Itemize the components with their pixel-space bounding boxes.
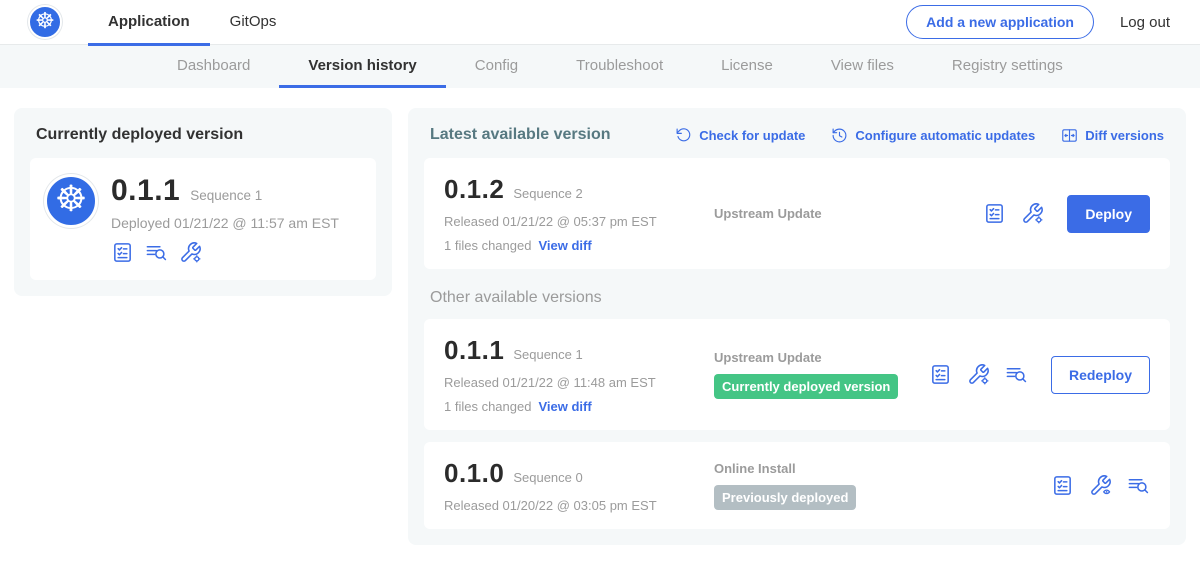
preflight-checks-icon[interactable] — [1051, 474, 1074, 497]
subnav-tab-version-history[interactable]: Version history — [279, 45, 445, 88]
check-for-update-link[interactable]: Check for update — [675, 127, 805, 144]
secondary-nav: Dashboard Version history Config Trouble… — [0, 45, 1200, 88]
sequence-label: Sequence 0 — [513, 470, 582, 485]
add-new-application-button[interactable]: Add a new application — [906, 5, 1094, 39]
version-source-label: Upstream Update — [714, 206, 983, 221]
refresh-icon — [675, 127, 692, 144]
release-notes-icon[interactable] — [1127, 474, 1150, 497]
diff-icon — [1061, 127, 1078, 144]
version-number: 0.1.1 — [444, 335, 504, 366]
version-row-0-1-1: 0.1.1 Sequence 1 Released 01/21/22 @ 11:… — [424, 319, 1170, 430]
version-row-0-1-2: 0.1.2 Sequence 2 Released 01/21/22 @ 05:… — [424, 158, 1170, 269]
deployed-version-number: 0.1.1 — [111, 174, 180, 208]
edit-config-icon[interactable] — [179, 241, 202, 264]
previously-deployed-badge: Previously deployed — [714, 485, 856, 510]
configure-automatic-updates-link[interactable]: Configure automatic updates — [831, 127, 1035, 144]
preflight-checks-icon[interactable] — [929, 363, 952, 386]
currently-deployed-title: Currently deployed version — [30, 126, 376, 144]
subnav-tab-license[interactable]: License — [692, 45, 802, 88]
top-navbar: ☸ Application GitOps Add a new applicati… — [0, 0, 1200, 45]
preflight-checks-icon[interactable] — [111, 241, 134, 264]
kubernetes-logo-icon: ☸ — [28, 5, 62, 39]
redeploy-button[interactable]: Redeploy — [1051, 356, 1150, 394]
version-source-label: Online Install — [714, 461, 1051, 476]
currently-deployed-badge: Currently deployed version — [714, 374, 898, 399]
subnav-tab-registry-settings[interactable]: Registry settings — [923, 45, 1092, 88]
version-number: 0.1.2 — [444, 174, 504, 205]
view-diff-link[interactable]: View diff — [538, 399, 591, 414]
tab-gitops[interactable]: GitOps — [210, 0, 297, 46]
version-row-0-1-0: 0.1.0 Sequence 0 Released 01/20/22 @ 03:… — [424, 442, 1170, 529]
main-content: Currently deployed version ☸ 0.1.1 Seque… — [0, 88, 1200, 545]
view-diff-link[interactable]: View diff — [538, 238, 591, 253]
subnav-tab-troubleshoot[interactable]: Troubleshoot — [547, 45, 692, 88]
app-kubernetes-icon: ☸ — [44, 174, 98, 228]
version-history-panel: Latest available version Check for updat… — [408, 108, 1186, 545]
release-notes-icon[interactable] — [145, 241, 168, 264]
deployed-version-card: ☸ 0.1.1 Sequence 1 Deployed 01/21/22 @ 1… — [30, 158, 376, 280]
schedule-update-icon — [831, 127, 848, 144]
deployed-timestamp: Deployed 01/21/22 @ 11:57 am EST — [111, 215, 339, 231]
sequence-label: Sequence 2 — [513, 186, 582, 201]
subnav-tab-dashboard[interactable]: Dashboard — [148, 45, 279, 88]
version-source-label: Upstream Update — [714, 350, 929, 365]
edit-config-icon[interactable] — [967, 363, 990, 386]
app-nav-tabs: Application GitOps — [88, 0, 296, 45]
subnav-tab-view-files[interactable]: View files — [802, 45, 923, 88]
subnav-tab-config[interactable]: Config — [446, 45, 547, 88]
release-notes-icon[interactable] — [1005, 363, 1028, 386]
diff-versions-link[interactable]: Diff versions — [1061, 127, 1164, 144]
logout-link[interactable]: Log out — [1120, 14, 1170, 31]
released-timestamp: Released 01/20/22 @ 03:05 pm EST — [444, 498, 696, 513]
other-available-versions-title: Other available versions — [430, 289, 1170, 307]
tab-application[interactable]: Application — [88, 0, 210, 46]
sequence-label: Sequence 1 — [513, 347, 582, 362]
edit-config-icon[interactable] — [1021, 202, 1044, 225]
latest-available-title: Latest available version — [430, 126, 611, 144]
preflight-checks-icon[interactable] — [983, 202, 1006, 225]
version-number: 0.1.0 — [444, 458, 504, 489]
released-timestamp: Released 01/21/22 @ 05:37 pm EST — [444, 214, 696, 229]
deployed-sequence-label: Sequence 1 — [190, 188, 262, 203]
files-changed-label: 1 files changed — [444, 399, 531, 414]
released-timestamp: Released 01/21/22 @ 11:48 am EST — [444, 375, 696, 390]
files-changed-label: 1 files changed — [444, 238, 531, 253]
currently-deployed-panel: Currently deployed version ☸ 0.1.1 Seque… — [14, 108, 392, 296]
deploy-button[interactable]: Deploy — [1067, 195, 1150, 233]
view-config-icon[interactable] — [1089, 474, 1112, 497]
